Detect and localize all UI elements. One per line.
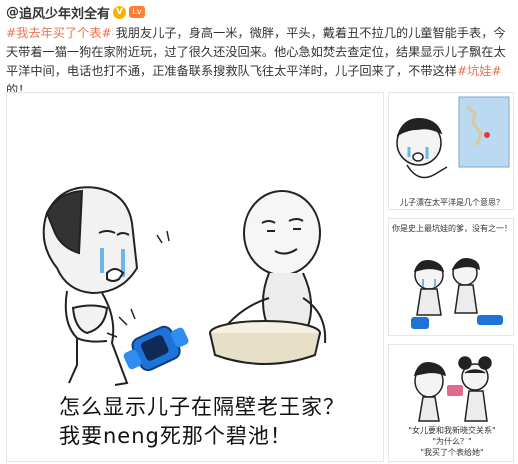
post-header: @ 追风少年刘全有 V Lv	[6, 2, 146, 22]
main-caption-line2: 我要neng死那个碧池！	[59, 424, 292, 448]
crying-man-figure	[42, 186, 139, 386]
kengwa-hashtag-link[interactable]: #坑娃#	[457, 64, 502, 78]
author-name-link[interactable]: 追风少年刘全有	[19, 3, 110, 22]
thumb3-caption-line1: "女儿要和我新晓交关系"	[408, 426, 496, 435]
blue-smartwatch-icon	[123, 325, 189, 372]
main-image[interactable]: 怎么显示儿子在隔壁老王家？ 我要neng死那个碧池！	[6, 92, 384, 462]
thumb3-illustration	[413, 356, 492, 422]
meme-illustration	[42, 186, 327, 386]
map-icon	[458, 96, 510, 168]
thumb1-caption: 儿子漂在太平洋是几个意思？	[400, 198, 504, 207]
author-prefix: @	[6, 4, 19, 20]
level-badge-icon[interactable]: Lv	[129, 6, 146, 18]
smartwatch-icon	[411, 317, 429, 329]
main-caption-line1: 怎么显示儿子在隔壁老王家？	[59, 395, 345, 419]
verified-badge-icon[interactable]: V	[113, 5, 127, 19]
washbasin-figure	[209, 320, 321, 365]
topic-hashtag-link[interactable]: #我去年买了个表#	[6, 26, 112, 40]
pink-phone-icon	[447, 385, 463, 396]
thumbnail-2[interactable]: 你是史上最坑娃的爹，没有之一！	[388, 218, 514, 336]
thumb1-illustration	[396, 96, 510, 179]
thumb2-illustration	[411, 257, 503, 329]
motion-lines-icon	[156, 230, 170, 244]
post-text: #我去年买了个表# 我朋友儿子，身高一米，微胖，平头，戴着丑不拉几的儿童智能手表…	[6, 24, 514, 100]
watch-strap-icon	[477, 315, 503, 325]
thumb3-caption-line2: "为什么？"	[432, 437, 472, 446]
thumbnail-3[interactable]: "女儿要和我新晓交关系" "为什么？" "我买了个表给她"	[388, 344, 514, 462]
location-pin-icon	[484, 132, 490, 138]
thumb3-caption-line3: "我买了个表给她"	[420, 448, 484, 457]
thumb2-caption: 你是史上最坑娃的爹，没有之一！	[392, 224, 512, 233]
image-grid: 怎么显示儿子在隔壁老王家？ 我要neng死那个碧池！ 儿子漂在太平洋是几个意思？…	[6, 92, 514, 462]
thumbnail-1[interactable]: 儿子漂在太平洋是几个意思？	[388, 92, 514, 210]
